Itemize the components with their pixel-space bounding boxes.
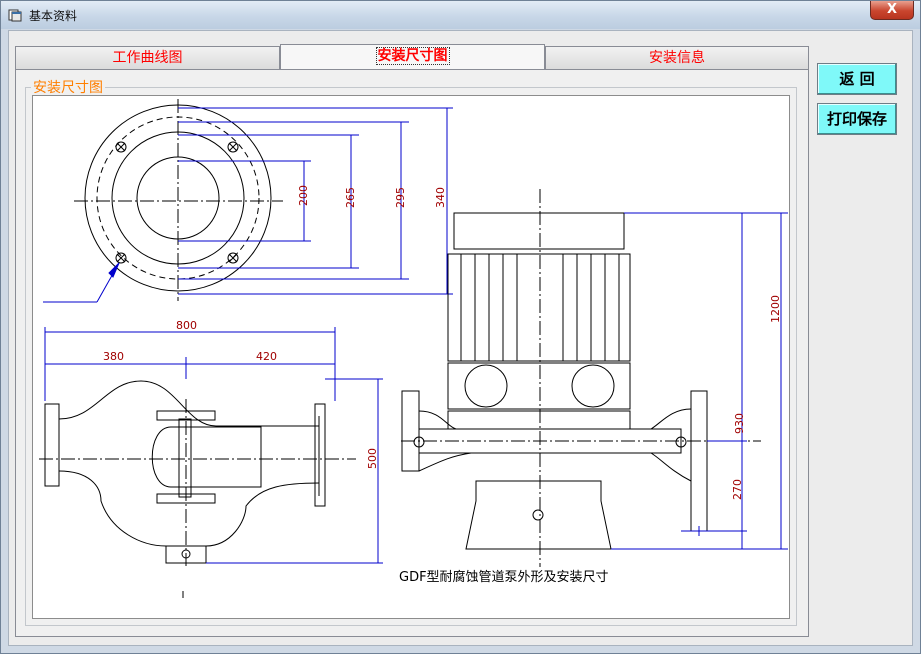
tab-install-dimensions[interactable]: 安装尺寸图 (280, 44, 545, 70)
dim-270: 270 (731, 479, 744, 500)
installation-drawing: 200 265 295 340 800 380 420 500 1200 930… (32, 95, 790, 619)
drawing-canvas: 200 265 295 340 800 380 420 500 1200 930… (39, 99, 788, 598)
print-save-button[interactable]: 打印保存 (817, 103, 897, 135)
tab-strip: 工作曲线图 安装信息 安装尺寸图 (15, 44, 809, 70)
back-button[interactable]: 返 回 (817, 63, 897, 95)
dim-265: 265 (344, 187, 357, 208)
title-bar[interactable]: 基本资料 X (1, 1, 920, 29)
drawing-caption: GDF型耐腐蚀管道泵外形及安装尺寸 (399, 570, 609, 585)
dim-500: 500 (366, 448, 379, 469)
flange-view (74, 99, 283, 301)
dim-200: 200 (297, 185, 310, 206)
pump-elevation-view (401, 189, 761, 567)
tab-install-info[interactable]: 安装信息 (545, 46, 809, 69)
close-button[interactable]: X (870, 1, 914, 20)
groupbox-label: 安装尺寸图 (31, 77, 105, 97)
dim-930: 930 (733, 413, 746, 434)
dim-380: 380 (103, 350, 124, 363)
app-icon (8, 9, 22, 22)
pump-plan-view (39, 380, 356, 598)
dim-800: 800 (176, 319, 197, 332)
dim-420: 420 (256, 350, 277, 363)
dim-1200: 1200 (769, 295, 782, 323)
dim-340: 340 (434, 187, 447, 208)
dim-295: 295 (394, 187, 407, 208)
pump-dimensions (611, 212, 788, 550)
plan-dimensions (44, 327, 383, 564)
tab-work-curve[interactable]: 工作曲线图 (15, 46, 280, 69)
window-title: 基本资料 (29, 9, 78, 23)
